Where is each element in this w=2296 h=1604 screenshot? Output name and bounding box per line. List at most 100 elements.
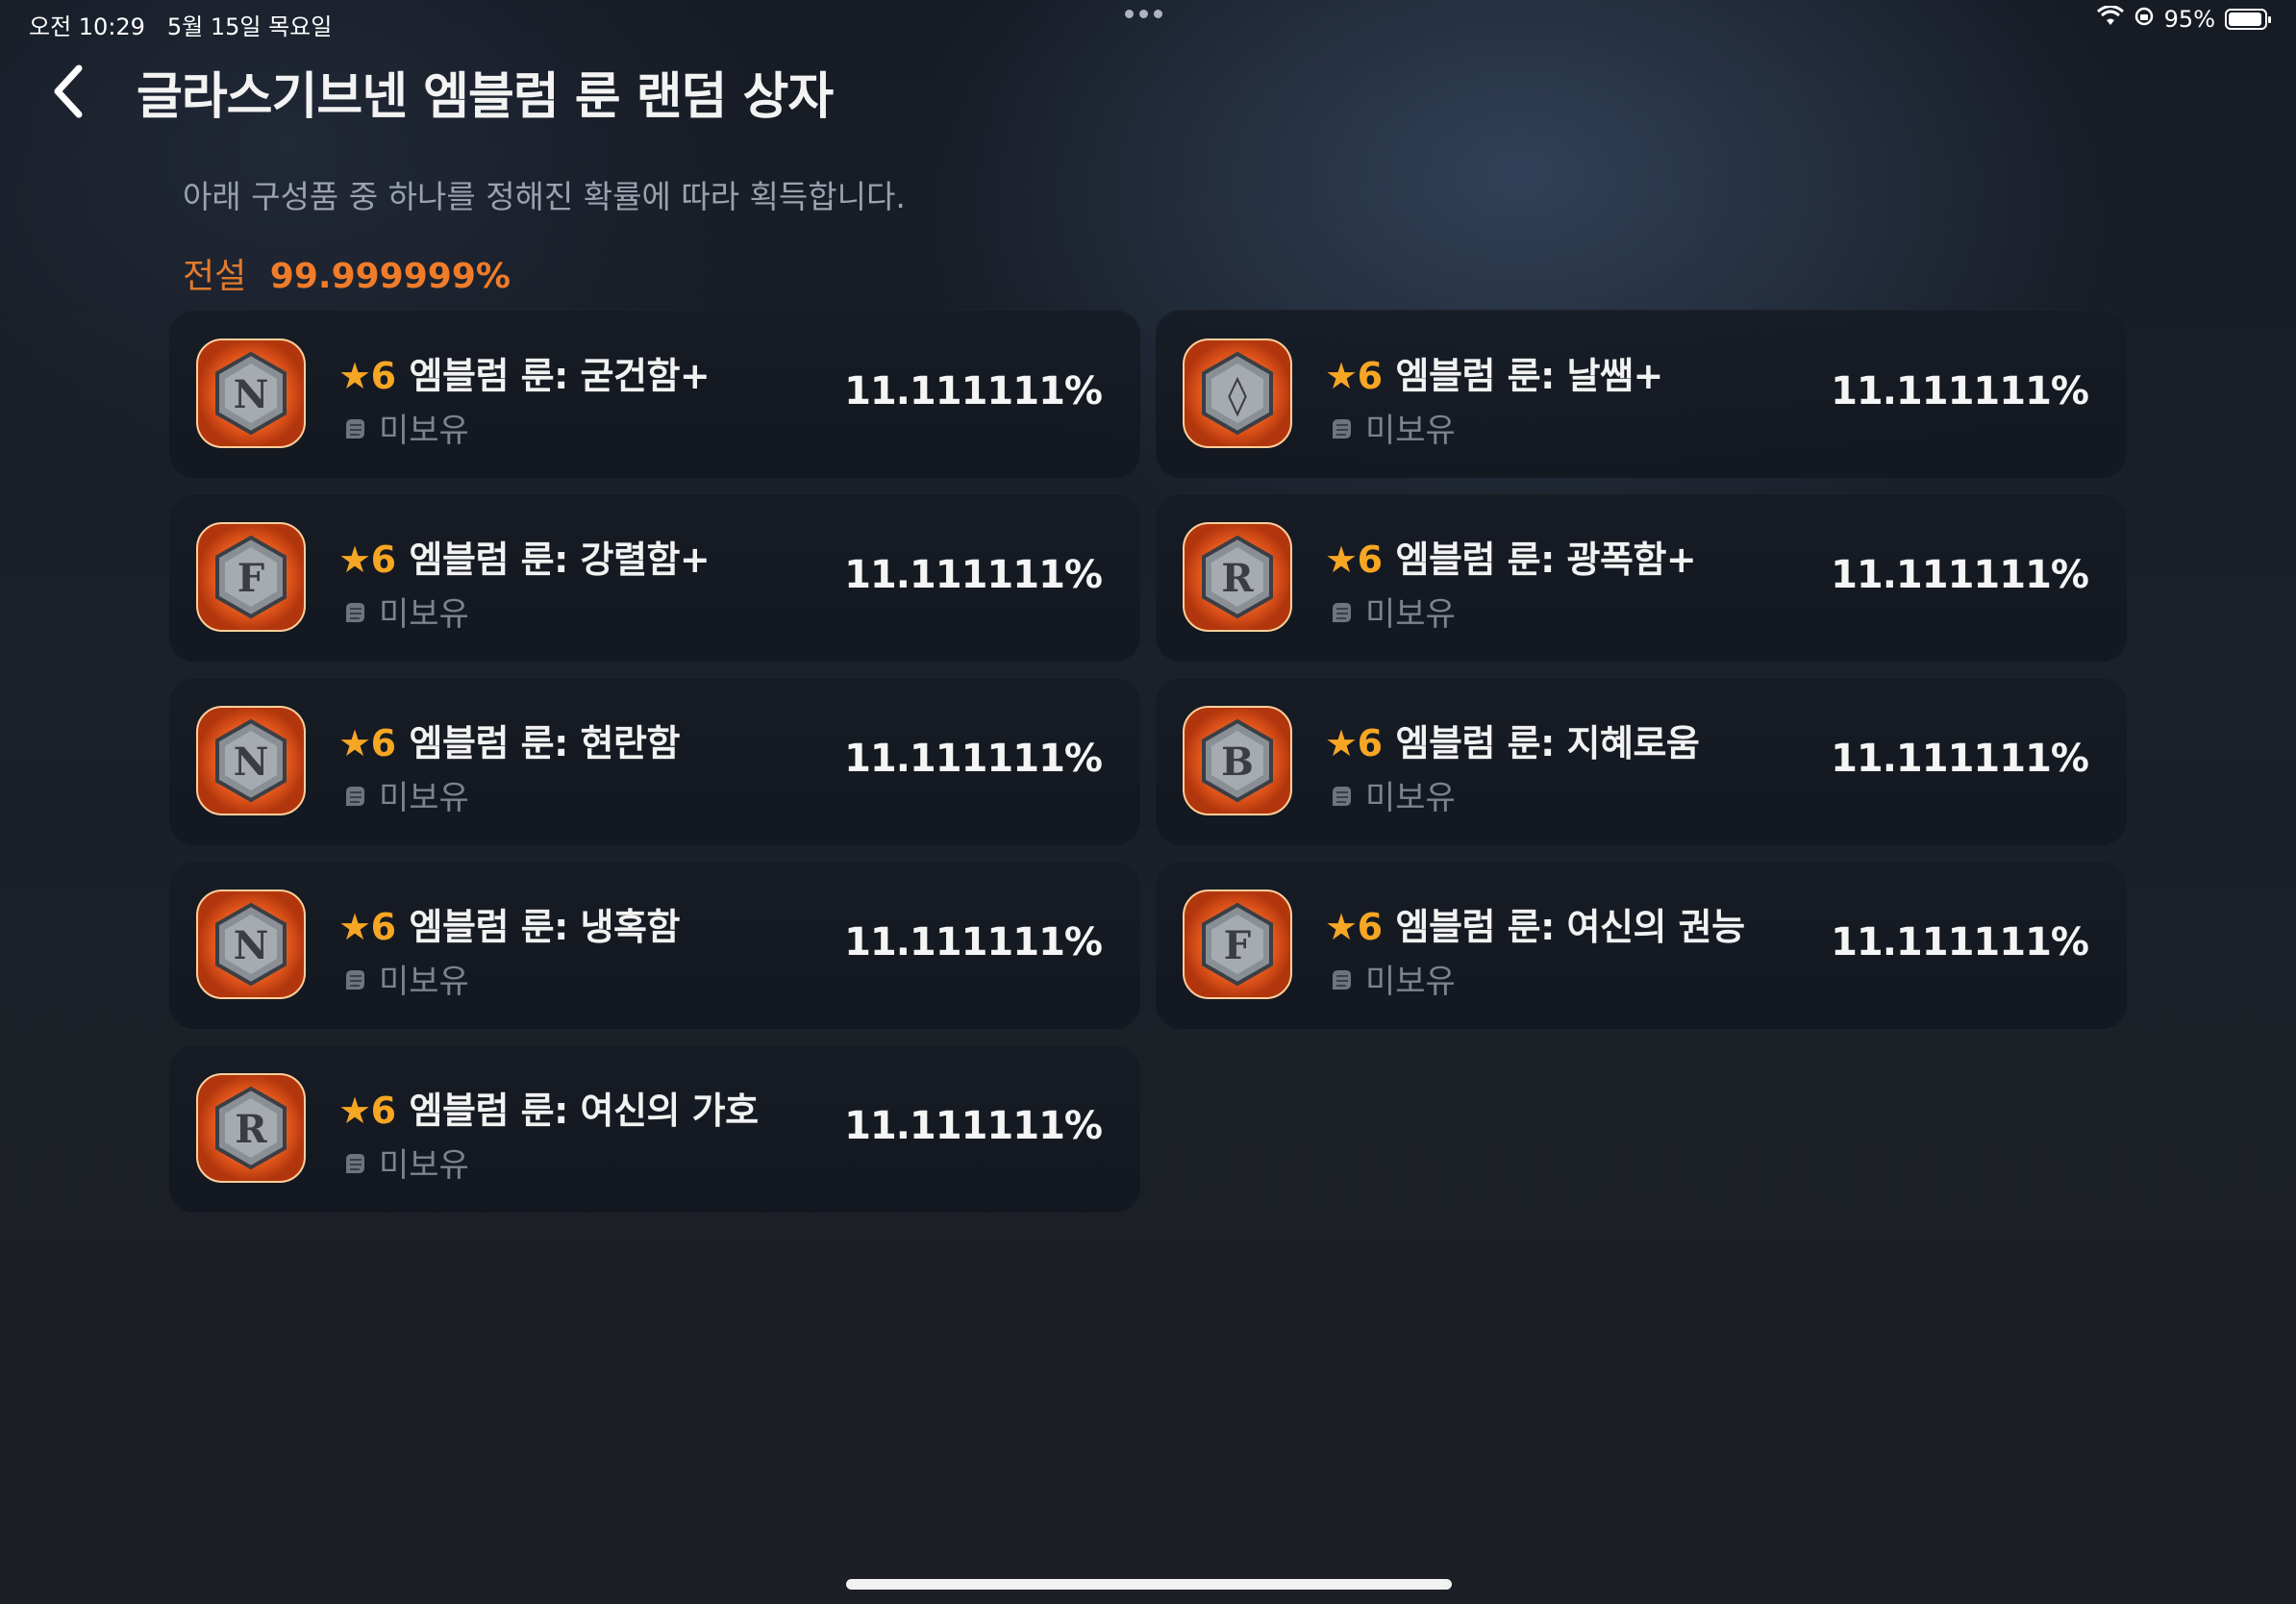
page-title: 글라스기브넨 엠블럼 룬 랜덤 상자 bbox=[137, 67, 834, 126]
header: 글라스기브넨 엠블럼 룬 랜덤 상자 bbox=[38, 56, 834, 127]
star-icon: ★ bbox=[1325, 355, 1358, 397]
item-name-line: ★6 엠블럼 룬: 냉혹함 bbox=[338, 897, 680, 950]
star-icon: ★ bbox=[338, 539, 371, 581]
wifi-icon bbox=[2096, 5, 2124, 33]
item-card[interactable]: ◊ ★6 엠블럼 룬: 날쌤+ 미보유 11.111111% bbox=[1156, 310, 2127, 478]
rune-glyph: N bbox=[234, 372, 269, 417]
item-grade: 6 bbox=[1357, 722, 1383, 764]
ownership-status: 미보유 bbox=[340, 1139, 469, 1186]
item-grade: 6 bbox=[370, 906, 396, 948]
item-grade: 6 bbox=[1357, 539, 1383, 581]
item-grade: 6 bbox=[370, 355, 396, 397]
owned-label: 미보유 bbox=[1365, 412, 1456, 450]
gauntlet-icon bbox=[346, 418, 364, 439]
item-name: 엠블럼 룬: 강렬함+ bbox=[409, 539, 711, 581]
rune-glyph: ◊ bbox=[1228, 372, 1247, 417]
item-name-line: ★6 엠블럼 룬: 지혜로움 bbox=[1325, 714, 1700, 766]
item-card[interactable]: N ★6 엠블럼 룬: 굳건함+ 미보유 11.111111% bbox=[169, 310, 1140, 478]
grade-probability: 전설 99.999999% bbox=[183, 248, 511, 298]
rune-icon: F bbox=[1183, 890, 1292, 999]
status-time: 오전 10:29 bbox=[29, 13, 145, 40]
ownership-status: 미보유 bbox=[340, 771, 469, 818]
rune-icon: R bbox=[1183, 522, 1292, 632]
rune-icon: N bbox=[196, 890, 306, 999]
item-name-line: ★6 엠블럼 룬: 날쌤+ bbox=[1325, 346, 1663, 399]
item-name-line: ★6 엠블럼 룬: 굳건함+ bbox=[338, 346, 711, 399]
item-name: 엠블럼 룬: 날쌤+ bbox=[1395, 355, 1664, 397]
item-name: 엠블럼 룬: 광폭함+ bbox=[1395, 539, 1697, 581]
gauntlet-icon bbox=[1333, 969, 1351, 990]
item-card[interactable]: B ★6 엠블럼 룬: 지혜로움미보유 11.111111% bbox=[1156, 677, 2127, 845]
item-name: 엠블럼 룬: 냉혹함 bbox=[409, 906, 681, 948]
item-card[interactable]: F ★6 엠블럼 룬: 여신의 권능미보유 11.111111% bbox=[1156, 861, 2127, 1029]
rune-glyph: F bbox=[237, 556, 264, 601]
gauntlet-icon bbox=[346, 1153, 364, 1173]
back-button[interactable] bbox=[38, 56, 96, 127]
status-time-date: 오전 10:29 5월 15일 목요일 bbox=[29, 8, 332, 41]
rune-glyph: R bbox=[235, 1107, 267, 1152]
gauntlet-icon bbox=[346, 786, 364, 806]
rune-icon: B bbox=[1183, 706, 1292, 815]
item-name-line: ★6 엠블럼 룬: 여신의 권능 bbox=[1325, 897, 1745, 950]
item-probability: 11.111111% bbox=[844, 553, 1103, 597]
item-probability: 11.111111% bbox=[1831, 920, 2089, 965]
item-name: 엠블럼 룬: 지혜로움 bbox=[1395, 722, 1700, 764]
rune-glyph: F bbox=[1224, 923, 1251, 968]
star-icon: ★ bbox=[1325, 722, 1358, 764]
rune-glyph: R bbox=[1221, 556, 1254, 601]
rune-icon: N bbox=[196, 706, 306, 815]
item-name-line: ★6 엠블럼 룬: 광폭함+ bbox=[1325, 530, 1697, 583]
gauntlet-icon bbox=[346, 602, 364, 622]
battery-icon bbox=[2225, 9, 2271, 30]
ownership-status: 미보유 bbox=[1327, 404, 1456, 451]
item-probability: 11.111111% bbox=[1831, 737, 2089, 781]
status-date: 5월 15일 목요일 bbox=[166, 13, 333, 40]
item-name: 엠블럼 룬: 여신의 가호 bbox=[409, 1090, 760, 1132]
rune-glyph: N bbox=[234, 923, 269, 968]
item-probability: 11.111111% bbox=[1831, 553, 2089, 597]
owned-label: 미보유 bbox=[379, 963, 469, 1001]
star-icon: ★ bbox=[338, 906, 371, 948]
item-card[interactable]: R ★6 엠블럼 룬: 여신의 가호 미보유 11.111111% bbox=[169, 1044, 1140, 1213]
gauntlet-icon bbox=[1333, 786, 1351, 806]
item-probability: 11.111111% bbox=[844, 737, 1103, 781]
rune-icon: R bbox=[196, 1073, 306, 1183]
star-icon: ★ bbox=[1325, 539, 1358, 581]
item-card[interactable]: N ★6 엠블럼 룬: 냉혹함미보유 11.111111% bbox=[169, 861, 1140, 1029]
multitasking-dots-icon[interactable] bbox=[1125, 10, 1162, 18]
rune-glyph: N bbox=[234, 739, 269, 785]
item-probability: 11.111111% bbox=[1831, 369, 2089, 414]
owned-label: 미보유 bbox=[379, 779, 469, 817]
home-indicator[interactable] bbox=[846, 1579, 1452, 1590]
gauntlet-icon bbox=[1333, 602, 1351, 622]
item-card[interactable]: R ★6 엠블럼 룬: 광폭함+ 미보유 11.111111% bbox=[1156, 493, 2127, 662]
item-name: 엠블럼 룬: 현란함 bbox=[409, 722, 681, 764]
item-name: 엠블럼 룬: 여신의 권능 bbox=[1395, 906, 1746, 948]
item-grade: 6 bbox=[370, 539, 396, 581]
owned-label: 미보유 bbox=[1365, 779, 1456, 817]
gauntlet-icon bbox=[1333, 418, 1351, 439]
item-card[interactable]: F ★6 엠블럼 룬: 강렬함+ 미보유 11.111111% bbox=[169, 493, 1140, 662]
item-grade: 6 bbox=[1357, 355, 1383, 397]
owned-label: 미보유 bbox=[1365, 963, 1456, 1001]
description-text: 아래 구성품 중 하나를 정해진 확률에 따라 획득합니다. bbox=[183, 178, 906, 215]
ownership-status: 미보유 bbox=[340, 955, 469, 1002]
rune-icon: F bbox=[196, 522, 306, 632]
item-card[interactable]: N ★6 엠블럼 룬: 현란함 미보유 11.111111% bbox=[169, 677, 1140, 845]
item-probability: 11.111111% bbox=[844, 920, 1103, 965]
ownership-status: 미보유 bbox=[340, 404, 469, 451]
item-name-line: ★6 엠블럼 룬: 여신의 가호 bbox=[338, 1081, 759, 1134]
item-name: 엠블럼 룬: 굳건함+ bbox=[409, 355, 711, 397]
owned-label: 미보유 bbox=[379, 595, 469, 634]
gauntlet-icon bbox=[346, 969, 364, 990]
ownership-status: 미보유 bbox=[1327, 588, 1456, 635]
owned-label: 미보유 bbox=[1365, 595, 1456, 634]
chevron-left-icon bbox=[54, 64, 83, 118]
ownership-status: 미보유 bbox=[340, 588, 469, 635]
rune-glyph: B bbox=[1221, 739, 1254, 785]
item-name-line: ★6 엠블럼 룬: 강렬함+ bbox=[338, 530, 711, 583]
item-grade: 6 bbox=[370, 1090, 396, 1132]
rune-icon: N bbox=[196, 338, 306, 448]
ownership-status: 미보유 bbox=[1327, 955, 1456, 1002]
status-bar: 오전 10:29 5월 15일 목요일 95% bbox=[0, 0, 2296, 44]
